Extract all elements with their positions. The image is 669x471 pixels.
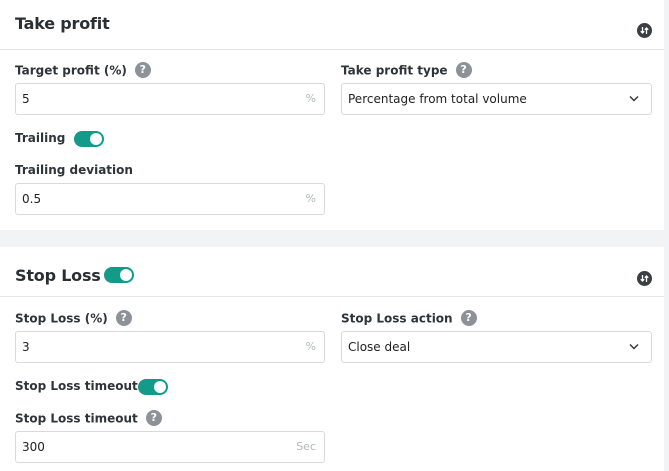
stop-loss-action-label: Stop Loss action?	[341, 310, 477, 327]
stop-loss-panel: Stop Loss Stop Loss (%)? 3 % Stop Loss a…	[0, 247, 664, 471]
stop-loss-toggle[interactable]	[104, 267, 134, 283]
take-profit-panel: Take profit Target profit (%)? 5 % Take …	[0, 0, 664, 230]
help-icon[interactable]: ?	[145, 410, 162, 426]
trailing-deviation-label: Trailing deviation	[15, 163, 133, 177]
trailing-deviation-input[interactable]: 0.5 %	[15, 183, 325, 215]
stop-loss-timeout-toggle-label: Stop Loss timeout	[15, 379, 138, 393]
toggle-knob	[120, 269, 132, 281]
percent-unit: %	[305, 92, 316, 105]
stop-loss-pct-label: Stop Loss (%)?	[15, 310, 132, 327]
trailing-deviation-value: 0.5	[22, 192, 42, 206]
target-profit-value: 5	[22, 92, 30, 106]
seconds-unit: Sec	[296, 440, 316, 453]
trailing-label: Trailing	[15, 131, 66, 145]
stop-loss-timeout-input[interactable]: 300 Sec	[15, 431, 325, 463]
target-profit-label: Target profit (%)?	[15, 62, 151, 79]
stop-loss-timeout-value: 300	[22, 440, 45, 454]
help-icon[interactable]: ?	[134, 62, 151, 78]
stop-loss-action-value: Close deal	[348, 340, 411, 354]
take-profit-title: Take profit	[15, 14, 110, 33]
target-profit-input[interactable]: 5 %	[15, 83, 325, 115]
chevron-down-icon	[629, 96, 639, 102]
percent-unit: %	[305, 340, 316, 353]
stop-loss-pct-value: 3	[22, 340, 30, 354]
stop-loss-timeout-label: Stop Loss timeout?	[15, 410, 162, 427]
help-icon[interactable]: ?	[115, 310, 132, 326]
trailing-toggle[interactable]	[74, 131, 104, 147]
chevron-down-icon	[629, 344, 639, 350]
stop-loss-title: Stop Loss	[15, 266, 101, 285]
help-icon[interactable]: ?	[460, 310, 477, 326]
toggle-knob	[90, 133, 102, 145]
percent-unit: %	[305, 192, 316, 205]
sync-icon[interactable]	[637, 271, 652, 286]
take-profit-type-select[interactable]: Percentage from total volume	[341, 83, 652, 115]
take-profit-type-label: Take profit type?	[341, 62, 472, 79]
help-icon[interactable]: ?	[455, 62, 472, 78]
stop-loss-pct-input[interactable]: 3 %	[15, 331, 325, 363]
stop-loss-header: Stop Loss	[0, 247, 664, 297]
toggle-knob	[154, 381, 166, 393]
stop-loss-action-select[interactable]: Close deal	[341, 331, 652, 363]
sync-icon[interactable]	[637, 23, 652, 38]
take-profit-header: Take profit	[0, 0, 664, 50]
take-profit-type-value: Percentage from total volume	[348, 92, 527, 106]
stop-loss-timeout-toggle[interactable]	[138, 379, 168, 395]
